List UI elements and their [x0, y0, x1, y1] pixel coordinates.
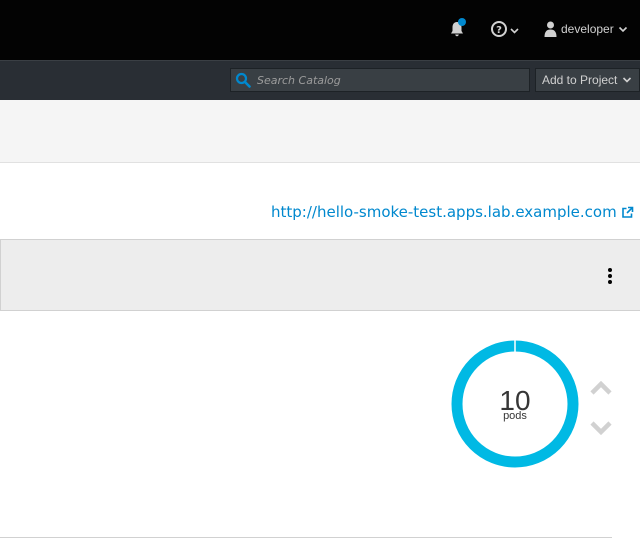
chevron-down-icon [618, 26, 627, 33]
deployment-panel-header [0, 239, 640, 311]
pod-count-unit: pods [503, 410, 527, 422]
kebab-menu-icon[interactable] [604, 266, 616, 286]
user-icon [544, 21, 557, 37]
route-url: http://hello-smoke-test.apps.lab.example… [271, 203, 617, 221]
route-link[interactable]: http://hello-smoke-test.apps.lab.example… [271, 203, 634, 221]
top-navbar: ? developer [0, 0, 640, 60]
help-icon[interactable]: ? [490, 19, 522, 39]
search-catalog [230, 68, 530, 92]
notification-badge [458, 18, 466, 26]
search-icon [235, 72, 251, 88]
chevron-up-icon[interactable] [589, 378, 613, 398]
chevron-down-icon [623, 77, 632, 83]
external-link-icon [621, 206, 634, 218]
user-menu[interactable]: developer [544, 19, 628, 39]
add-to-project-dropdown[interactable]: Add to Project [535, 68, 640, 92]
section-divider [0, 537, 612, 538]
add-to-project-label: Add to Project [542, 73, 618, 87]
search-input[interactable] [257, 69, 527, 91]
svg-text:?: ? [496, 25, 502, 36]
page-header-band [0, 100, 640, 163]
chevron-down-icon[interactable] [589, 418, 613, 438]
user-name: developer [561, 22, 614, 36]
